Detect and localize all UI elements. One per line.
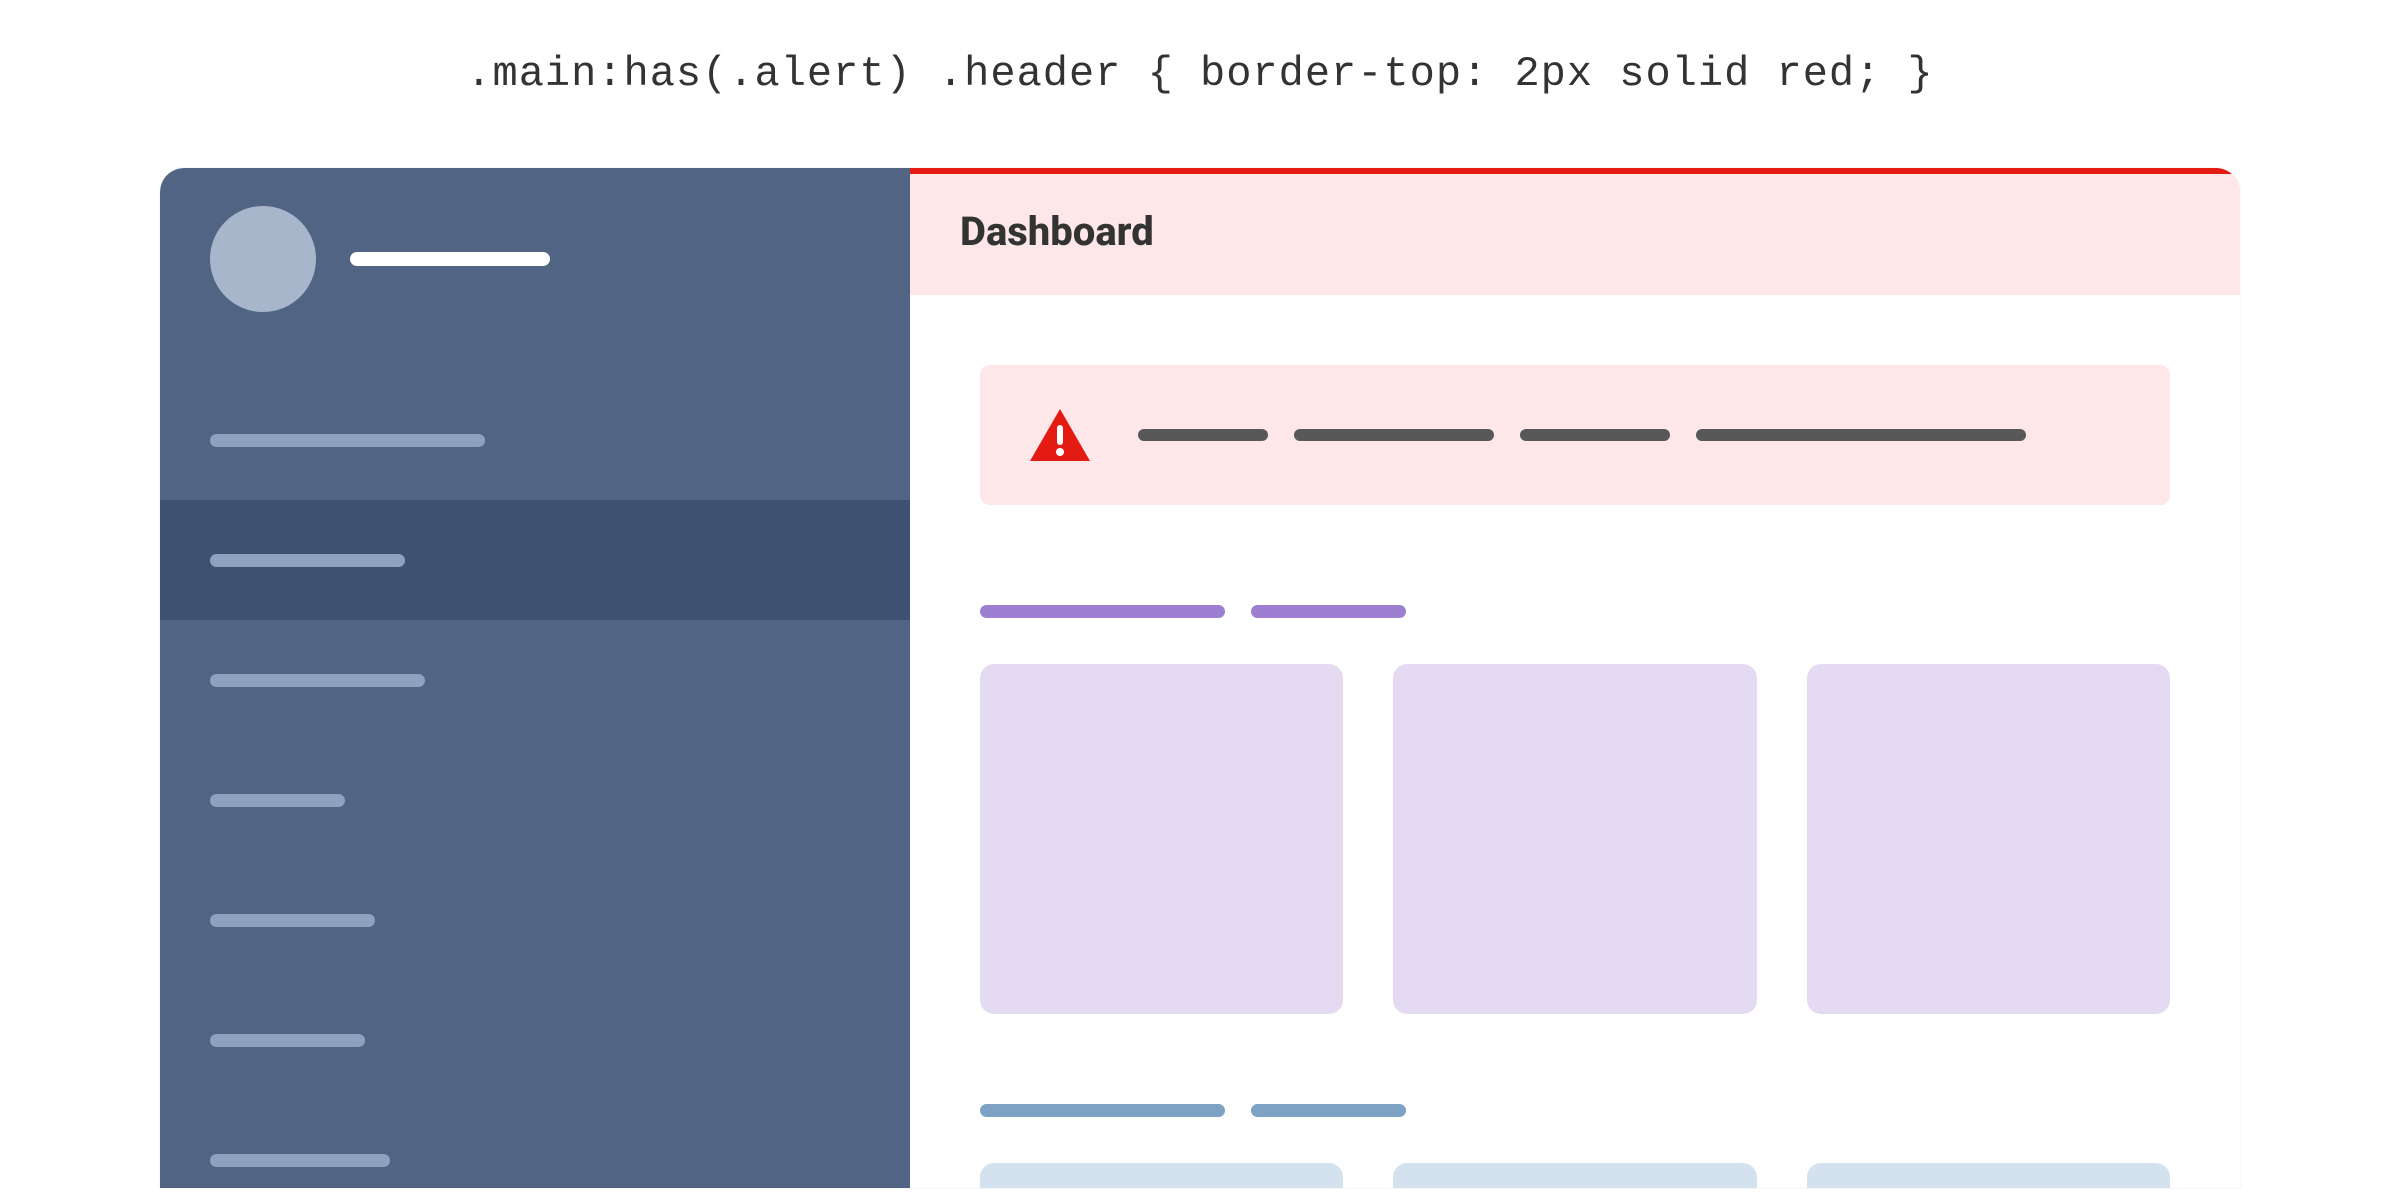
sidebar-nav [160, 354, 910, 1188]
text-placeholder [1696, 429, 2026, 441]
sidebar-item[interactable] [160, 860, 910, 980]
text-placeholder [1251, 605, 1406, 618]
section-purple [980, 605, 2170, 1014]
stat-card[interactable] [1393, 664, 1756, 1014]
warning-icon [1028, 407, 1092, 463]
nav-label-placeholder [210, 794, 345, 807]
text-placeholder [1251, 1104, 1406, 1117]
text-placeholder [1138, 429, 1268, 441]
nav-label-placeholder [210, 1034, 365, 1047]
stat-card[interactable] [980, 664, 1343, 1014]
nav-label-placeholder [210, 914, 375, 927]
nav-label-placeholder [210, 674, 425, 687]
alert-message-placeholder [1138, 429, 2026, 441]
stat-card[interactable] [1807, 664, 2170, 1014]
sidebar-profile[interactable] [160, 168, 910, 354]
sidebar [160, 168, 910, 1188]
sidebar-item-active[interactable] [160, 500, 910, 620]
avatar [210, 206, 316, 312]
alert-banner [980, 365, 2170, 505]
profile-name-placeholder [350, 252, 550, 266]
sidebar-item[interactable] [160, 380, 910, 500]
sidebar-item[interactable] [160, 980, 910, 1100]
sidebar-item[interactable] [160, 1100, 910, 1188]
stat-card[interactable] [980, 1163, 1343, 1188]
nav-label-placeholder [210, 434, 485, 447]
text-placeholder [980, 1104, 1225, 1117]
stat-card[interactable] [1807, 1163, 2170, 1188]
code-snippet: .main:has(.alert) .header { border-top: … [0, 0, 2400, 168]
page-title: Dashboard [960, 208, 2190, 255]
card-row [980, 664, 2170, 1014]
section-blue [980, 1104, 2170, 1188]
stat-card[interactable] [1393, 1163, 1756, 1188]
section-title-placeholder [980, 605, 2170, 618]
section-title-placeholder [980, 1104, 2170, 1117]
nav-label-placeholder [210, 1154, 390, 1167]
nav-label-placeholder [210, 554, 405, 567]
app-window: Dashboard [160, 168, 2240, 1188]
page-header: Dashboard [910, 168, 2240, 295]
text-placeholder [1294, 429, 1494, 441]
text-placeholder [1520, 429, 1670, 441]
card-row [980, 1163, 2170, 1188]
main-panel: Dashboard [910, 168, 2240, 1188]
sidebar-item[interactable] [160, 620, 910, 740]
sidebar-item[interactable] [160, 740, 910, 860]
content-area [910, 295, 2240, 1188]
text-placeholder [980, 605, 1225, 618]
